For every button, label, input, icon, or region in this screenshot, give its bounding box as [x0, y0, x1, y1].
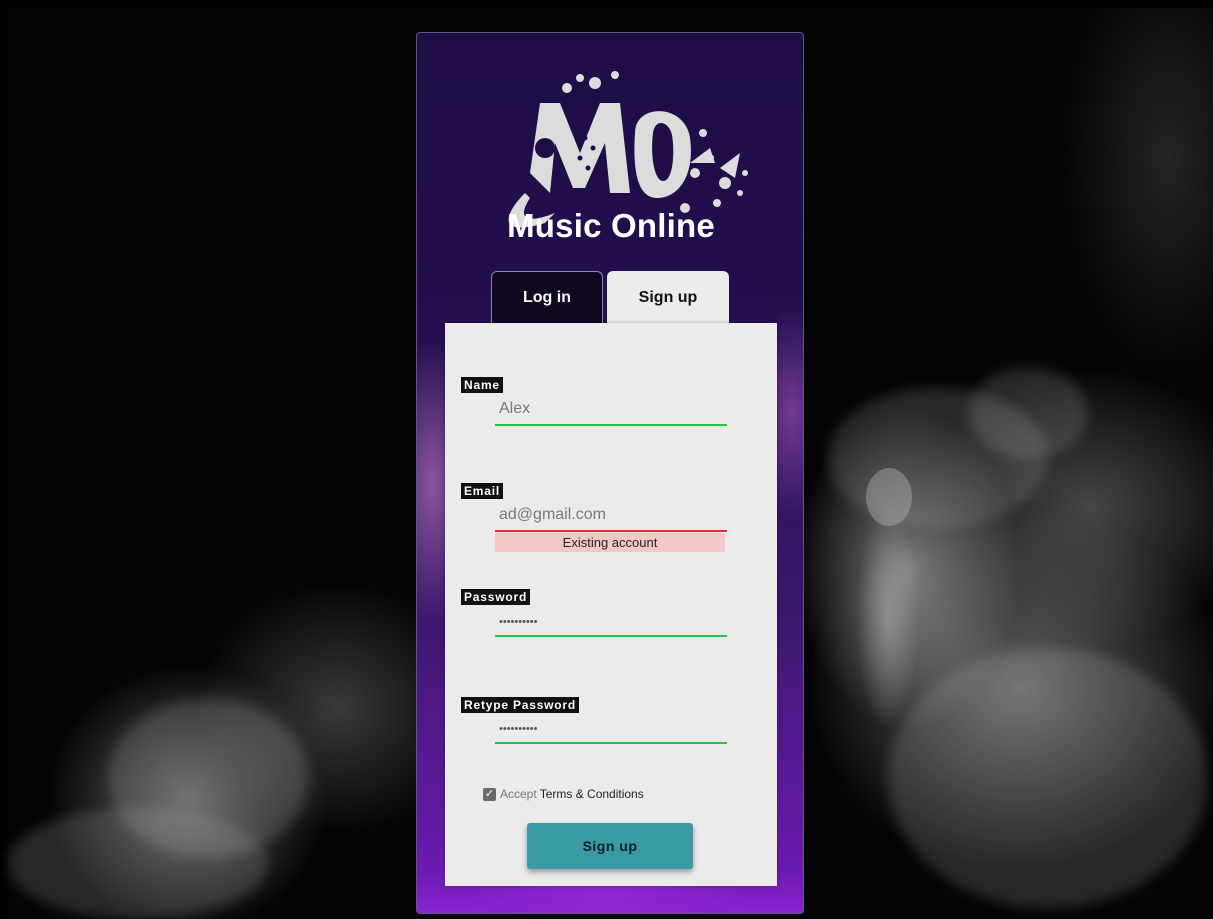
- terms-link[interactable]: Terms & Conditions: [540, 787, 644, 801]
- signup-form: Name Email Existing account Password Ret…: [445, 323, 777, 886]
- tab-signup[interactable]: Sign up: [607, 271, 729, 325]
- name-label: Name: [461, 377, 503, 393]
- tab-login[interactable]: Log in: [491, 271, 603, 323]
- password-valid-underline: [495, 635, 727, 637]
- signup-button[interactable]: Sign up: [527, 823, 693, 869]
- name-input[interactable]: [495, 396, 727, 422]
- name-valid-underline: [495, 424, 727, 426]
- password-label: Password: [461, 589, 531, 605]
- app-title: Music Online: [507, 207, 715, 244]
- terms-row: ✓ Accept Terms & Conditions: [483, 787, 644, 801]
- email-label: Email: [461, 483, 504, 499]
- auth-card: Music Online Log in Sign up Name Email E…: [416, 32, 804, 914]
- accept-label: Accept: [500, 787, 537, 801]
- email-invalid-underline: [495, 530, 727, 532]
- email-input[interactable]: [495, 502, 727, 528]
- retype-password-valid-underline: [495, 742, 727, 744]
- email-error-message: Existing account: [495, 533, 725, 552]
- retype-password-input[interactable]: [495, 716, 727, 742]
- password-input[interactable]: [495, 609, 727, 635]
- retype-password-label: Retype Password: [461, 697, 580, 713]
- accept-terms-checkbox[interactable]: ✓: [483, 787, 496, 801]
